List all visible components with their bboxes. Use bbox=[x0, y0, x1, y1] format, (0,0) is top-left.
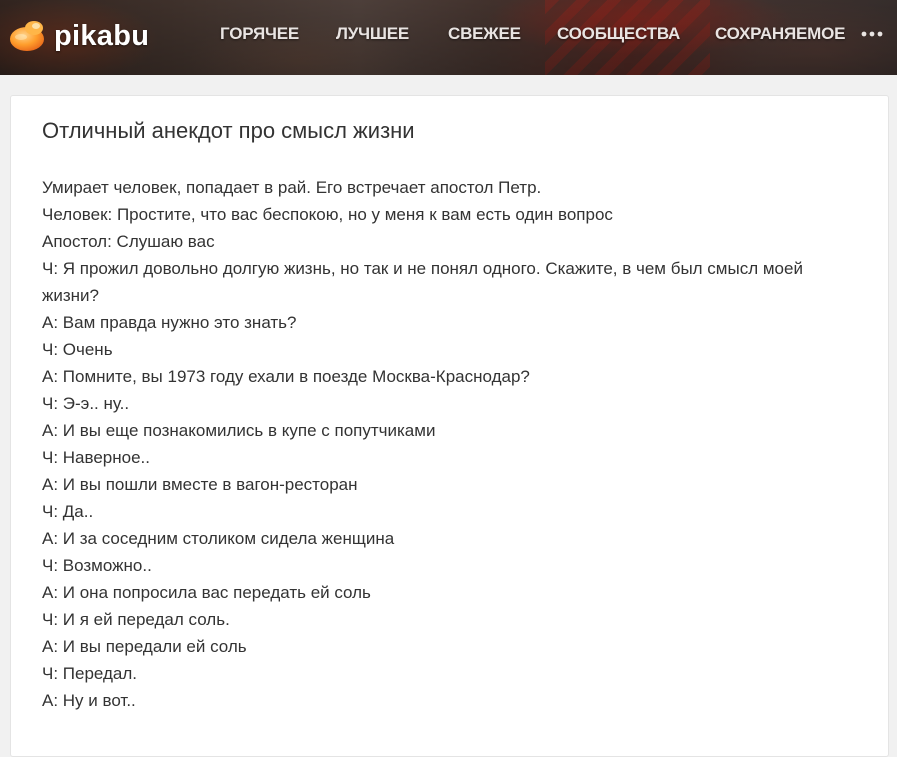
nav-item-saved[interactable]: СОХРАНЯЕМОЕ bbox=[715, 24, 845, 44]
brand-name: pikabu bbox=[54, 19, 150, 52]
story-line: Ч: Наверное.. bbox=[42, 448, 151, 467]
story-line: Ч: Очень bbox=[42, 340, 113, 359]
site-logo-link[interactable]: pikabu bbox=[8, 14, 149, 58]
story-line: А: И вы передали ей соль bbox=[42, 637, 247, 656]
post-content: Умирает человек, попадает в рай. Его вст… bbox=[42, 174, 862, 714]
story-line: Ч: Возможно.. bbox=[42, 556, 152, 575]
story-line: А: И она попросила вас передать ей соль bbox=[42, 583, 371, 602]
post-title[interactable]: Отличный анекдот про смысл жизни bbox=[42, 118, 415, 144]
story-line: А: Помните, вы 1973 году ехали в поезде … bbox=[42, 367, 530, 386]
story-line: А: И вы еще познакомились в купе с попут… bbox=[42, 421, 436, 440]
more-dots-icon[interactable] bbox=[860, 27, 884, 41]
story-line: Ч: Передал. bbox=[42, 664, 138, 683]
pikabu-logo-icon bbox=[10, 21, 44, 51]
nav-item-fresh[interactable]: СВЕЖЕЕ bbox=[448, 24, 521, 44]
story-line: А: И за соседним столиком сидела женщина bbox=[42, 529, 395, 548]
story-line: Человек: Простите, что вас беспокою, но … bbox=[42, 205, 613, 224]
story-line: Ч: Да.. bbox=[42, 502, 94, 521]
nav-item-hot[interactable]: ГОРЯЧЕЕ bbox=[220, 24, 299, 44]
story-line: А: Ну и вот.. bbox=[42, 691, 136, 710]
story-line: Апостол: Слушаю вас bbox=[42, 232, 215, 251]
story-line: Ч: И я ей передал соль. bbox=[42, 610, 230, 629]
story-line: Ч: Э-э.. ну.. bbox=[42, 394, 130, 413]
story-line: А: Вам правда нужно это знать? bbox=[42, 313, 297, 332]
nav-item-best[interactable]: ЛУЧШЕЕ bbox=[336, 24, 409, 44]
site-header: pikabu ГОРЯЧЕЕ ЛУЧШЕЕ СВЕЖЕЕ СООБЩЕСТВА … bbox=[0, 0, 897, 75]
nav-item-communities[interactable]: СООБЩЕСТВА bbox=[557, 24, 680, 44]
story-line: Умирает человек, попадает в рай. Его вст… bbox=[42, 178, 542, 197]
story-line: Ч: Я прожил довольно долгую жизнь, но та… bbox=[42, 259, 803, 305]
post-card: Отличный анекдот про смысл жизни Умирает… bbox=[10, 95, 889, 757]
story-line: А: И вы пошли вместе в вагон-ресторан bbox=[42, 475, 358, 494]
